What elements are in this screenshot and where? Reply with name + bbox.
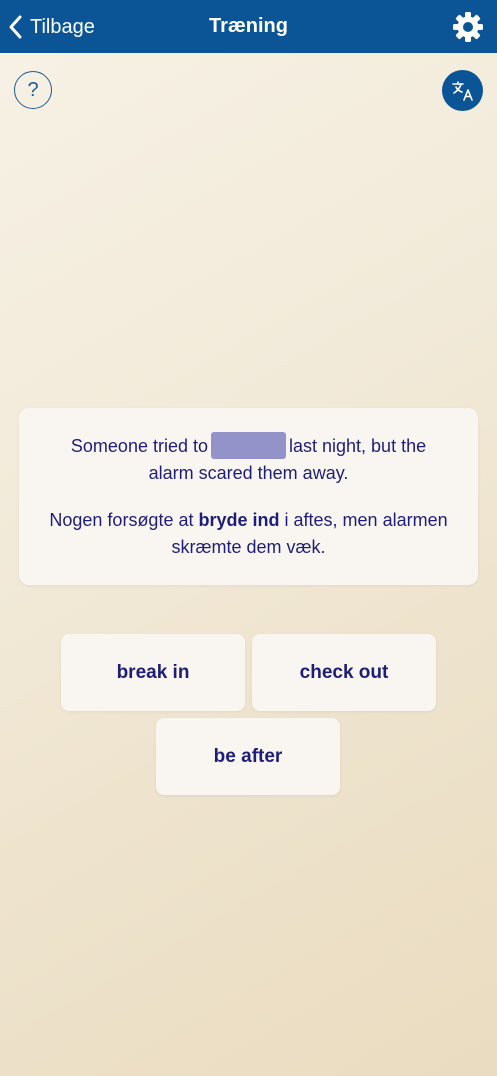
settings-button[interactable] <box>451 10 485 44</box>
option-label: be after <box>213 745 283 767</box>
option-button-break-in[interactable]: break in <box>61 634 245 711</box>
english-sentence-start: Someone tried to <box>70 436 208 456</box>
danish-highlight: bryde ind <box>198 510 280 530</box>
option-button-check-out[interactable]: check out <box>252 634 436 711</box>
translate-button[interactable] <box>442 70 483 111</box>
chevron-left-icon <box>9 15 22 39</box>
gear-icon <box>453 12 483 42</box>
back-button-label: Tilbage <box>30 15 95 38</box>
help-button[interactable]: ? <box>14 71 52 109</box>
back-button[interactable]: Tilbage <box>6 8 95 46</box>
option-button-be-after[interactable]: be after <box>156 718 340 795</box>
danish-sentence: Nogen forsøgte at bryde ind i aftes, men… <box>49 507 448 561</box>
option-label: break in <box>116 661 190 683</box>
help-button-label: ? <box>27 78 39 101</box>
exercise-card: Someone tried to last night, but the alar… <box>19 408 478 585</box>
option-label: check out <box>299 661 389 683</box>
english-sentence: Someone tried to last night, but the alar… <box>49 432 448 487</box>
navigation-bar: Tilbage Træning <box>0 0 497 53</box>
danish-sentence-start: Nogen forsøgte at <box>49 510 194 530</box>
translate-icon <box>451 80 473 101</box>
answer-blank <box>211 432 286 459</box>
